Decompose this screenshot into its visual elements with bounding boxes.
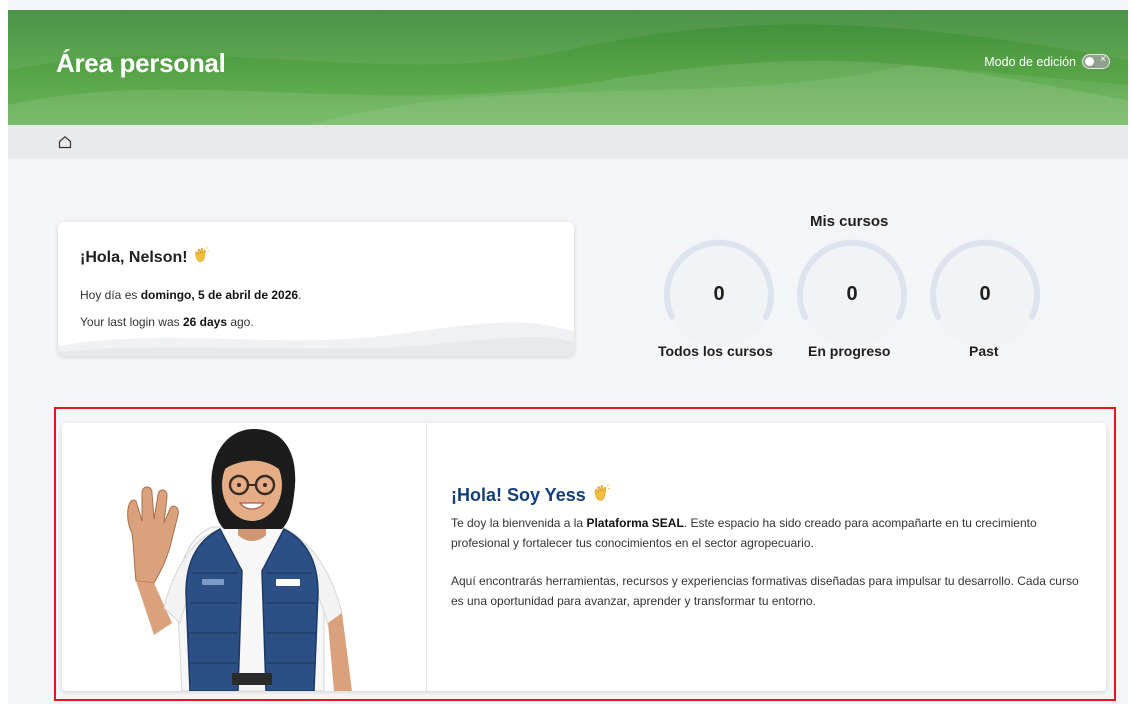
breadcrumb (8, 125, 1128, 159)
edit-mode-label: Modo de edición (984, 54, 1076, 69)
greeting-date-line: Hoy día es domingo, 5 de abril de 2026. (80, 288, 301, 302)
home-icon[interactable] (58, 135, 72, 149)
greeting-last-login: Your last login was 26 days ago. (80, 315, 254, 329)
platform-name: Plataforma SEAL (586, 516, 684, 530)
window-frame-left (0, 0, 8, 704)
my-courses-title: Mis cursos (810, 213, 889, 230)
stat-label: Todos los cursos (658, 343, 773, 359)
welcome-title-text: ¡Hola! Soy Yess (451, 485, 586, 505)
edit-mode-toggle[interactable]: × (1082, 54, 1110, 69)
toggle-off-icon: × (1100, 54, 1106, 65)
yess-illustration (62, 423, 427, 691)
waving-hand-icon (594, 484, 610, 501)
welcome-title: ¡Hola! Soy Yess (451, 483, 611, 506)
stat-value: 0 (713, 283, 725, 305)
toggle-knob (1085, 57, 1094, 66)
date-prefix: Hoy día es (80, 288, 141, 302)
login-suffix: ago. (227, 315, 254, 329)
welcome-paragraph-1: Te doy la bienvenida a la Plataforma SEA… (451, 513, 1091, 553)
yess-avatar-illustration (127, 429, 352, 691)
page-header: Área personal Modo de edición × (8, 10, 1128, 125)
greeting-title: ¡Hola, Nelson! (80, 246, 210, 267)
login-prefix: Your last login was (80, 315, 183, 329)
gauge-past[interactable]: 0 (926, 233, 1044, 351)
date-suffix: . (298, 288, 302, 302)
stat-label: Past (969, 343, 999, 359)
stat-value: 0 (846, 283, 858, 305)
stat-value: 0 (979, 283, 991, 305)
greeting-card: ¡Hola, Nelson! Hoy día es domingo, 5 de … (58, 222, 574, 356)
waving-hand-icon (195, 247, 210, 262)
greeting-title-text: ¡Hola, Nelson! (80, 249, 188, 266)
gauge-in-progress[interactable]: 0 (793, 233, 911, 351)
login-value: 26 days (182, 315, 227, 329)
edit-mode-control[interactable]: Modo de edición × (984, 54, 1110, 69)
date-value: domingo, 5 de abril de 2026 (140, 288, 299, 302)
page-title: Área personal (56, 48, 226, 78)
window-frame-right (1128, 0, 1132, 704)
stat-label: En progreso (808, 343, 891, 359)
welcome-card: ¡Hola! Soy Yess Te doy la bienvenida a l… (62, 423, 1106, 691)
welcome-paragraph-2: Aquí encontrarás herramientas, recursos … (451, 574, 1079, 608)
p1-prefix: Te doy la bienvenida a la (451, 516, 587, 530)
gauge-all-courses[interactable]: 0 (660, 233, 778, 351)
